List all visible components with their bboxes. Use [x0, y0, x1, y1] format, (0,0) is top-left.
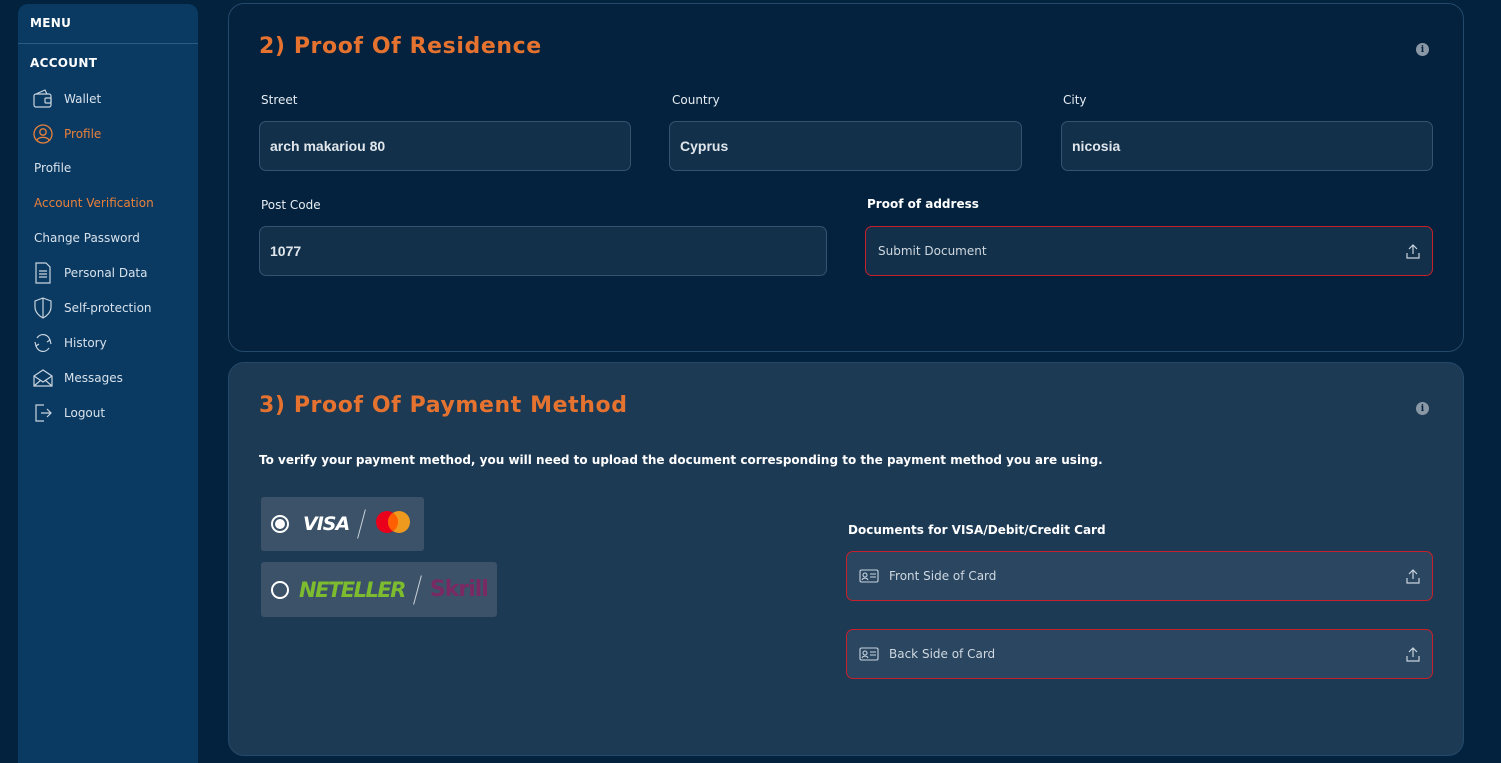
sidebar-item-profile[interactable]: Profile: [32, 122, 192, 146]
upload-icon: [1406, 646, 1420, 665]
sidebar-item-personal-data[interactable]: Personal Data: [32, 261, 192, 285]
mastercard-logo: [374, 510, 412, 538]
menu-heading: MENU: [30, 16, 72, 30]
envelope-icon: [32, 367, 54, 389]
sidebar-sub-account-verification[interactable]: Account Verification: [34, 196, 154, 210]
upload-icon: [1406, 568, 1420, 587]
submit-document-label: Submit Document: [878, 244, 987, 258]
sidebar-item-logout[interactable]: Logout: [32, 401, 192, 425]
sidebar-item-label: Messages: [64, 371, 123, 385]
postcode-input[interactable]: 1077: [259, 226, 827, 276]
info-icon[interactable]: i: [1416, 402, 1429, 415]
sidebar-item-label: Logout: [64, 406, 106, 420]
country-select[interactable]: Cyprus: [669, 121, 1022, 171]
logout-icon: [32, 402, 54, 424]
radio-visa-mastercard[interactable]: [271, 515, 289, 533]
front-side-label: Front Side of Card: [889, 569, 997, 583]
residence-title: 2) Proof Of Residence: [259, 34, 542, 59]
payment-option-visa-mastercard[interactable]: VISA: [261, 497, 424, 551]
city-input[interactable]: nicosia: [1061, 121, 1433, 171]
sidebar-item-label: Self-protection: [64, 301, 152, 315]
sidebar-sub-change-password[interactable]: Change Password: [34, 231, 140, 245]
country-label: Country: [672, 93, 720, 107]
street-input[interactable]: arch makariou 80: [259, 121, 631, 171]
divider-slash: [357, 509, 367, 539]
document-icon: [32, 262, 54, 284]
proof-of-residence-card: 2) Proof Of Residence i Street arch maka…: [228, 3, 1464, 352]
street-label: Street: [261, 93, 298, 107]
user-circle-icon: [32, 123, 54, 145]
back-side-label: Back Side of Card: [889, 647, 996, 661]
visa-logo: VISA: [303, 513, 350, 535]
neteller-logo: NETELLER: [299, 577, 406, 602]
documents-label: Documents for VISA/Debit/Credit Card: [848, 523, 1106, 537]
sidebar-item-messages[interactable]: Messages: [32, 366, 192, 390]
info-icon[interactable]: i: [1416, 43, 1429, 56]
sidebar-item-label: Personal Data: [64, 266, 148, 280]
city-label: City: [1063, 93, 1087, 107]
submit-document-button[interactable]: Submit Document: [865, 226, 1433, 276]
sidebar-item-self-protection[interactable]: Self-protection: [32, 296, 192, 320]
radio-neteller-skrill[interactable]: [271, 580, 289, 599]
history-icon: [32, 332, 54, 354]
payment-note: To verify your payment method, you will …: [259, 453, 1103, 467]
sidebar-item-label: Wallet: [64, 92, 102, 106]
upload-icon: [1406, 243, 1420, 262]
shield-icon: [32, 297, 54, 319]
front-side-upload[interactable]: Front Side of Card: [846, 551, 1433, 601]
sidebar: MENU ACCOUNT Wallet Profile Profile Acco…: [18, 4, 198, 763]
menu-divider: [18, 43, 198, 44]
id-card-icon: [859, 647, 879, 661]
back-side-upload[interactable]: Back Side of Card: [846, 629, 1433, 679]
proof-of-payment-card: 3) Proof Of Payment Method i To verify y…: [228, 362, 1464, 756]
account-heading: ACCOUNT: [30, 56, 98, 70]
sidebar-sub-profile[interactable]: Profile: [34, 161, 71, 175]
sidebar-item-label: History: [64, 336, 107, 350]
skrill-logo: Skrill: [429, 577, 489, 602]
payment-title: 3) Proof Of Payment Method: [259, 393, 628, 418]
postcode-label: Post Code: [261, 198, 321, 212]
wallet-icon: [32, 88, 54, 110]
sidebar-item-wallet[interactable]: Wallet: [32, 87, 192, 111]
payment-option-neteller-skrill[interactable]: NETELLER Skrill: [261, 562, 497, 617]
id-card-icon: [859, 569, 879, 583]
sidebar-item-label: Profile: [64, 127, 102, 141]
divider-slash: [413, 574, 422, 605]
proof-of-address-label: Proof of address: [867, 197, 979, 211]
sidebar-item-history[interactable]: History: [32, 331, 192, 355]
